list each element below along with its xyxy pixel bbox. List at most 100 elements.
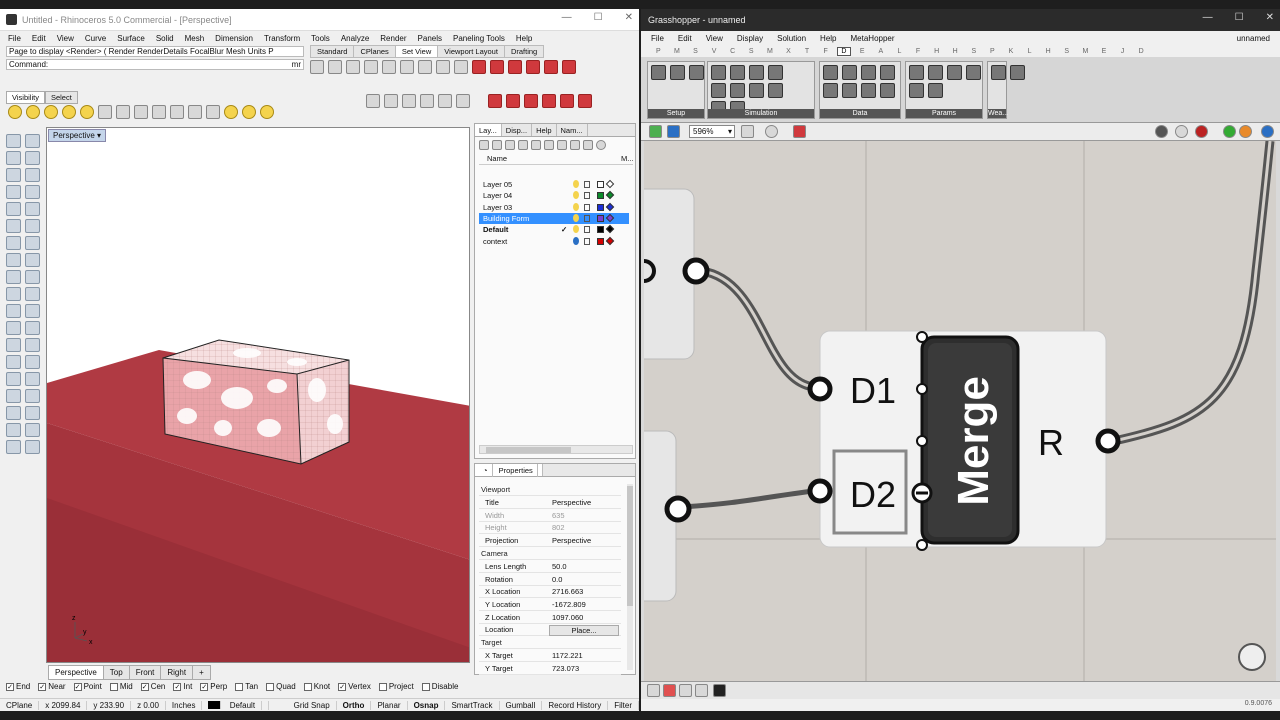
cplane-label[interactable]: CPlane bbox=[0, 700, 40, 710]
zui-add-bottom-icon[interactable] bbox=[916, 539, 928, 551]
perspective-viewport[interactable]: Perspective ▾ z y x bbox=[46, 127, 470, 663]
named-cplane-icon[interactable] bbox=[490, 60, 504, 74]
toolbar-tab-standard[interactable]: Standard bbox=[310, 45, 355, 58]
bulb-icon[interactable] bbox=[573, 180, 579, 188]
right-view-icon[interactable] bbox=[544, 60, 558, 74]
zoom-dropdown[interactable]: 596% ▾ bbox=[689, 125, 735, 138]
status-toggle-planar[interactable]: Planar bbox=[371, 700, 408, 710]
output-r-label[interactable]: R bbox=[1038, 422, 1064, 463]
unlock-selected-icon[interactable] bbox=[152, 105, 166, 119]
menu-surface[interactable]: Surface bbox=[117, 34, 145, 43]
show-selected-icon[interactable] bbox=[44, 105, 58, 119]
component-icon[interactable] bbox=[861, 83, 876, 98]
component-tab-10[interactable]: D bbox=[836, 46, 851, 56]
osnap-near[interactable]: ✓ Near bbox=[38, 682, 66, 691]
align-tool-icon[interactable] bbox=[713, 684, 726, 697]
layer-row[interactable]: Layer 05 bbox=[479, 179, 629, 190]
rotate-tool-icon[interactable] bbox=[6, 338, 21, 352]
pan-icon[interactable] bbox=[310, 60, 324, 74]
panel-tab-nam[interactable]: Nam... bbox=[557, 124, 588, 136]
mesh-tool-icon[interactable] bbox=[6, 389, 21, 403]
lock-icon[interactable] bbox=[584, 192, 590, 200]
current-layer[interactable]: Default bbox=[202, 700, 270, 710]
tab-select[interactable]: Select bbox=[44, 91, 78, 104]
component-icon[interactable] bbox=[749, 65, 764, 80]
select-tool-icon[interactable] bbox=[6, 134, 21, 148]
gh-menu-view[interactable]: View bbox=[706, 34, 723, 43]
zoom-dynamic-icon[interactable] bbox=[400, 60, 414, 74]
component-icon[interactable] bbox=[711, 83, 726, 98]
osnap-disable[interactable]: Disable bbox=[421, 682, 458, 691]
zoom-in-icon[interactable] bbox=[418, 60, 432, 74]
status-toggle-record-history[interactable]: Record History bbox=[542, 700, 609, 710]
front-view-icon[interactable] bbox=[526, 60, 540, 74]
sketch-icon[interactable] bbox=[793, 125, 806, 138]
cplane-world-icon[interactable] bbox=[420, 94, 434, 108]
layer-color-swatch[interactable] bbox=[597, 237, 604, 245]
property-value[interactable]: 802 bbox=[552, 522, 565, 534]
text-tool-icon[interactable] bbox=[6, 372, 21, 386]
menu-analyze[interactable]: Analyze bbox=[341, 34, 369, 43]
menu-edit[interactable]: Edit bbox=[32, 34, 46, 43]
move-parent-icon[interactable] bbox=[544, 140, 554, 150]
zui-add-top-icon[interactable] bbox=[916, 331, 928, 343]
lock-icon[interactable] bbox=[584, 203, 590, 211]
viewport-close-icon[interactable] bbox=[560, 94, 574, 108]
component-icon[interactable] bbox=[670, 65, 685, 80]
output-grip-1[interactable] bbox=[682, 257, 710, 285]
layer-row[interactable]: Layer 03 bbox=[479, 202, 629, 213]
ribbon-group-label[interactable]: Setup bbox=[648, 109, 704, 118]
curve-tool-icon[interactable] bbox=[25, 151, 40, 165]
input-d1-label[interactable]: D1 bbox=[850, 370, 896, 411]
component-tab-17[interactable]: S bbox=[965, 48, 984, 55]
minimize-icon[interactable]: — bbox=[1203, 12, 1213, 23]
open-file-icon[interactable] bbox=[649, 125, 662, 138]
move-up-icon[interactable] bbox=[518, 140, 528, 150]
component-tab-0[interactable]: P bbox=[649, 48, 668, 55]
viewport-tab-right[interactable]: Right bbox=[160, 665, 194, 680]
property-value[interactable]: 1172.221 bbox=[552, 650, 583, 662]
merge-component[interactable]: Merge D1 D2 R bbox=[807, 330, 1121, 551]
component-icon[interactable] bbox=[928, 65, 943, 80]
checkbox[interactable]: ✓ bbox=[38, 682, 47, 691]
component-icon[interactable] bbox=[1010, 65, 1025, 80]
property-value[interactable]: -1672.809 bbox=[552, 599, 586, 611]
property-value[interactable]: 0.0 bbox=[552, 574, 562, 586]
component-icon[interactable] bbox=[689, 65, 704, 80]
polygon-tool-icon[interactable] bbox=[6, 185, 21, 199]
units[interactable]: Inches bbox=[166, 700, 203, 710]
layer-color-swatch[interactable] bbox=[597, 192, 604, 200]
checkbox[interactable]: ✓ bbox=[338, 682, 347, 691]
viewport-4-icon[interactable] bbox=[488, 94, 502, 108]
toolbar-tab-drafting[interactable]: Drafting bbox=[503, 45, 545, 58]
display-settings-icon[interactable] bbox=[1261, 125, 1274, 138]
named-view-icon[interactable] bbox=[472, 60, 486, 74]
gh-canvas[interactable]: Merge D1 D2 R bbox=[644, 141, 1276, 681]
osnap-int[interactable]: ✓ Int bbox=[173, 682, 192, 691]
preview-shaded-icon[interactable] bbox=[1195, 125, 1208, 138]
checkbox[interactable]: ✓ bbox=[173, 682, 182, 691]
canvas-widget-icon[interactable] bbox=[647, 684, 660, 697]
component-tab-19[interactable]: K bbox=[1002, 48, 1021, 55]
scale-tool-icon[interactable] bbox=[25, 338, 40, 352]
menu-panels[interactable]: Panels bbox=[418, 34, 442, 43]
input-d2-label[interactable]: D2 bbox=[850, 474, 896, 515]
zoom-extents-icon[interactable] bbox=[741, 125, 754, 138]
viewport-new-icon[interactable] bbox=[578, 94, 592, 108]
analyze-tool-icon[interactable] bbox=[25, 406, 40, 420]
toolbar-tab-set-view[interactable]: Set View bbox=[394, 45, 439, 58]
material-diamond-icon[interactable] bbox=[605, 179, 615, 189]
output-grip-r[interactable] bbox=[1095, 428, 1121, 454]
dimension-tool-icon[interactable] bbox=[25, 372, 40, 386]
component-icon[interactable] bbox=[880, 65, 895, 80]
component-tab-11[interactable]: E bbox=[853, 48, 872, 55]
component-tab-9[interactable]: F bbox=[816, 48, 835, 55]
component-tab-22[interactable]: S bbox=[1057, 48, 1076, 55]
viewport-tab-top[interactable]: Top bbox=[102, 665, 130, 680]
material-diamond-icon[interactable] bbox=[605, 202, 615, 211]
osnap-knot[interactable]: Knot bbox=[303, 682, 330, 691]
extract-render-mesh-icon[interactable] bbox=[224, 105, 238, 119]
menu-transform[interactable]: Transform bbox=[264, 34, 300, 43]
zoom-window-icon[interactable] bbox=[346, 60, 360, 74]
checkbox[interactable] bbox=[109, 682, 118, 691]
